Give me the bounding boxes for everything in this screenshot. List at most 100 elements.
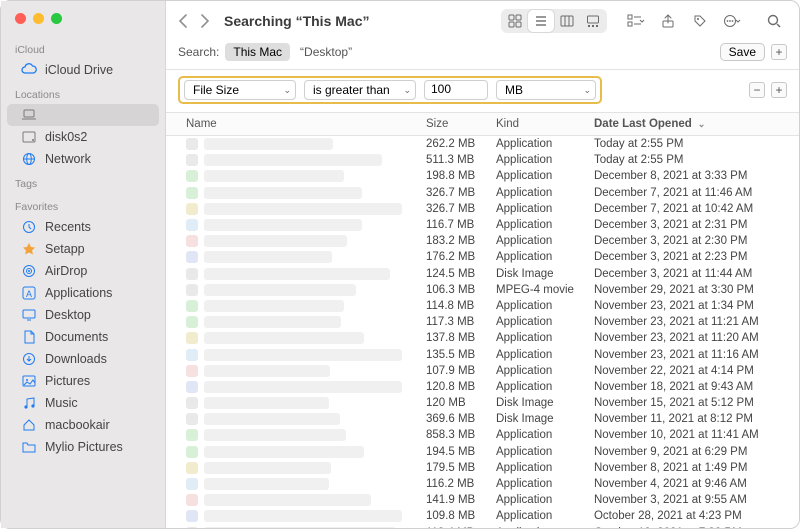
- sidebar-item-setapp[interactable]: Setapp: [7, 238, 159, 260]
- minimize-icon[interactable]: [33, 13, 44, 24]
- tags-button[interactable]: [687, 10, 713, 32]
- remove-criteria-button[interactable]: −: [749, 82, 765, 98]
- sidebar-item-pictures[interactable]: Pictures: [7, 370, 159, 392]
- file-name-redacted: [204, 494, 371, 506]
- table-row[interactable]: 116.2 MBApplicationNovember 4, 2021 at 9…: [166, 476, 799, 492]
- sidebar-item-recents[interactable]: Recents: [7, 216, 159, 238]
- file-name-redacted: [204, 446, 364, 458]
- forward-button[interactable]: [200, 14, 210, 28]
- table-row[interactable]: 106.3 MBMPEG-4 movieNovember 29, 2021 at…: [166, 282, 799, 298]
- file-size: 176.2 MB: [426, 251, 496, 263]
- sidebar-item-airdrop[interactable]: AirDrop: [7, 260, 159, 282]
- file-name-redacted: [204, 219, 362, 231]
- file-kind: Application: [496, 446, 594, 458]
- table-row[interactable]: 120 MBDisk ImageNovember 15, 2021 at 5:1…: [166, 395, 799, 411]
- table-row[interactable]: 198.8 MBApplicationDecember 8, 2021 at 3…: [166, 168, 799, 184]
- file-icon: [186, 300, 198, 312]
- sidebar-item-icloud-drive[interactable]: iCloud Drive: [7, 59, 159, 81]
- sidebar-item-desktop[interactable]: Desktop: [7, 304, 159, 326]
- sidebar-item-documents[interactable]: Documents: [7, 326, 159, 348]
- doc-icon: [21, 329, 37, 345]
- criteria-row: File Size⌄ is greater than⌄ 100 MB⌄ − +: [166, 70, 799, 113]
- table-row[interactable]: 124.5 MBDisk ImageDecember 3, 2021 at 11…: [166, 266, 799, 282]
- view-icons-button[interactable]: [502, 10, 528, 32]
- file-icon: [186, 381, 198, 393]
- close-icon[interactable]: [15, 13, 26, 24]
- table-row[interactable]: 326.7 MBApplicationDecember 7, 2021 at 1…: [166, 185, 799, 201]
- criteria-unit-select[interactable]: MB⌄: [496, 80, 596, 100]
- table-row[interactable]: 179.5 MBApplicationNovember 8, 2021 at 1…: [166, 460, 799, 476]
- sidebar-item-music[interactable]: Music: [7, 392, 159, 414]
- file-kind: Application: [496, 365, 594, 377]
- file-kind: Application: [496, 494, 594, 506]
- table-row[interactable]: 118.4 MBApplicationOctober 19, 2021 at 7…: [166, 525, 799, 529]
- sidebar-item-disk0s2[interactable]: disk0s2: [7, 126, 159, 148]
- table-row[interactable]: 194.5 MBApplicationNovember 9, 2021 at 6…: [166, 444, 799, 460]
- file-name-redacted: [204, 397, 329, 409]
- file-size: 106.3 MB: [426, 284, 496, 296]
- sidebar-item-label: Network: [45, 152, 91, 166]
- column-size[interactable]: Size: [426, 118, 496, 130]
- table-row[interactable]: 369.6 MBDisk ImageNovember 11, 2021 at 8…: [166, 411, 799, 427]
- table-row[interactable]: 326.7 MBApplicationDecember 7, 2021 at 1…: [166, 201, 799, 217]
- table-row[interactable]: 116.7 MBApplicationDecember 3, 2021 at 2…: [166, 217, 799, 233]
- sort-indicator-icon: ⌄: [698, 119, 706, 130]
- sidebar-item-mylio-pictures[interactable]: Mylio Pictures: [7, 436, 159, 458]
- search-button[interactable]: [761, 10, 787, 32]
- criteria-comparator-select[interactable]: is greater than⌄: [304, 80, 416, 100]
- file-kind: Application: [496, 235, 594, 247]
- save-search-button[interactable]: Save: [720, 43, 765, 61]
- folder-icon: [21, 439, 37, 455]
- table-row[interactable]: 262.2 MBApplicationToday at 2:55 PM: [166, 136, 799, 152]
- criteria-attribute-select[interactable]: File Size⌄: [184, 80, 296, 100]
- column-date[interactable]: Date Last Opened⌄: [594, 118, 799, 130]
- back-button[interactable]: [178, 14, 188, 28]
- file-name-redacted: [204, 138, 333, 150]
- table-row[interactable]: 137.8 MBApplicationNovember 23, 2021 at …: [166, 330, 799, 346]
- table-row[interactable]: 858.3 MBApplicationNovember 10, 2021 at …: [166, 427, 799, 443]
- file-date: November 23, 2021 at 11:16 AM: [594, 349, 799, 361]
- results-list: 262.2 MBApplicationToday at 2:55 PM511.3…: [166, 136, 799, 528]
- view-columns-button[interactable]: [554, 10, 580, 32]
- add-criteria-button[interactable]: +: [771, 44, 787, 60]
- table-row[interactable]: 135.5 MBApplicationNovember 23, 2021 at …: [166, 346, 799, 362]
- scope-this-mac[interactable]: This Mac: [225, 43, 290, 61]
- file-name-redacted: [204, 251, 332, 263]
- add-criteria-button-2[interactable]: +: [771, 82, 787, 98]
- scope-desktop[interactable]: “Desktop”: [296, 43, 356, 61]
- table-row[interactable]: 176.2 MBApplicationDecember 3, 2021 at 2…: [166, 249, 799, 265]
- file-name-redacted: [204, 462, 331, 474]
- view-list-button[interactable]: [528, 10, 554, 32]
- cloud-icon: [21, 62, 37, 78]
- sidebar-item-macbookair[interactable]: macbookair: [7, 414, 159, 436]
- table-row[interactable]: 183.2 MBApplicationDecember 3, 2021 at 2…: [166, 233, 799, 249]
- table-row[interactable]: 114.8 MBApplicationNovember 23, 2021 at …: [166, 298, 799, 314]
- share-button[interactable]: [655, 10, 681, 32]
- table-row[interactable]: 120.8 MBApplicationNovember 18, 2021 at …: [166, 379, 799, 395]
- file-date: December 3, 2021 at 2:30 PM: [594, 235, 799, 247]
- table-row[interactable]: 107.9 MBApplicationNovember 22, 2021 at …: [166, 363, 799, 379]
- sidebar-item-laptop[interactable]: [7, 104, 159, 126]
- sidebar-section-label: Locations: [1, 81, 165, 104]
- sidebar-item-downloads[interactable]: Downloads: [7, 348, 159, 370]
- table-row[interactable]: 109.8 MBApplicationOctober 28, 2021 at 4…: [166, 508, 799, 524]
- table-row[interactable]: 117.3 MBApplicationNovember 23, 2021 at …: [166, 314, 799, 330]
- view-gallery-button[interactable]: [580, 10, 606, 32]
- view-switcher: [501, 9, 607, 33]
- home-icon: [21, 417, 37, 433]
- file-name-redacted: [204, 235, 347, 247]
- sidebar-item-network[interactable]: Network: [7, 148, 159, 170]
- column-name[interactable]: Name: [186, 118, 426, 130]
- group-by-button[interactable]: [623, 10, 649, 32]
- file-name-redacted: [204, 365, 330, 377]
- sidebar-item-label: Recents: [45, 220, 91, 234]
- criteria-value-input[interactable]: 100: [424, 80, 488, 100]
- sidebar-item-applications[interactable]: AApplications: [7, 282, 159, 304]
- column-kind[interactable]: Kind: [496, 118, 594, 130]
- file-kind: Application: [496, 527, 594, 528]
- table-row[interactable]: 141.9 MBApplicationNovember 3, 2021 at 9…: [166, 492, 799, 508]
- actions-button[interactable]: [719, 10, 745, 32]
- table-row[interactable]: 511.3 MBApplicationToday at 2:55 PM: [166, 152, 799, 168]
- zoom-icon[interactable]: [51, 13, 62, 24]
- sidebar-section-label: Tags: [1, 170, 165, 193]
